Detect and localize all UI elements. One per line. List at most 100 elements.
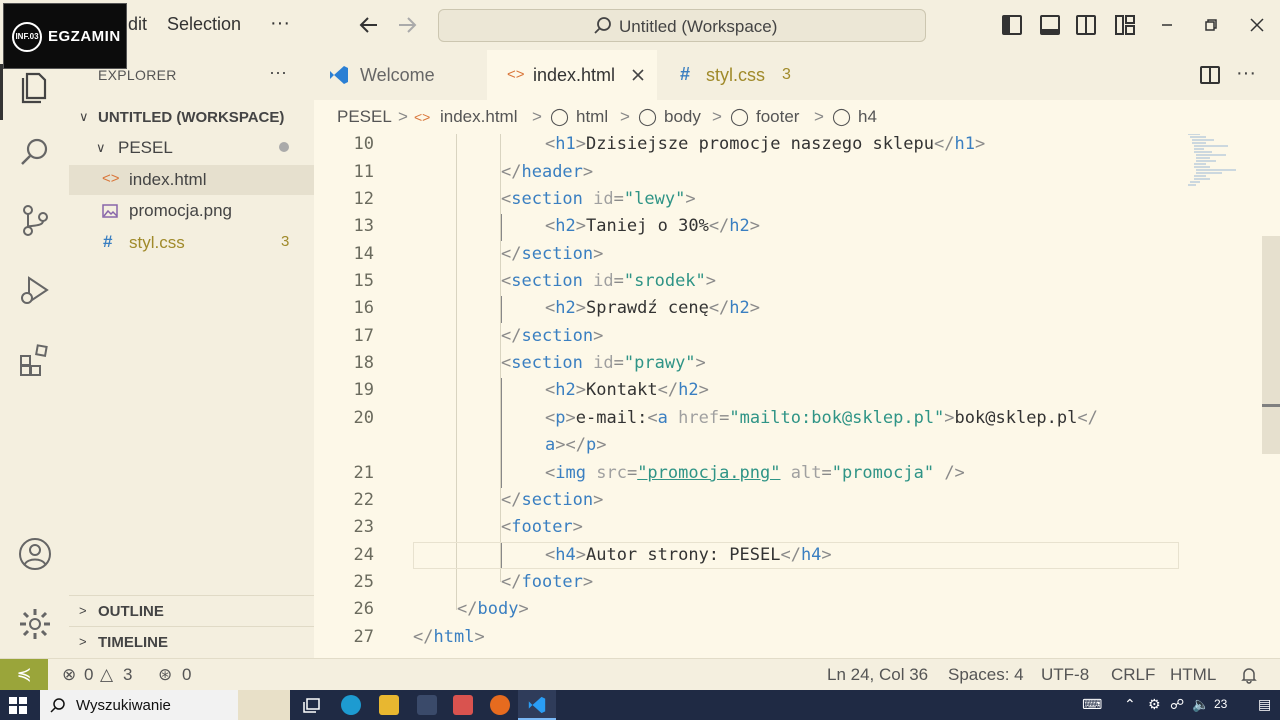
- crumb-footer[interactable]: footer: [756, 107, 799, 127]
- task-view-icon[interactable]: [303, 697, 321, 714]
- vscode-taskbar-button[interactable]: [518, 690, 556, 720]
- tray-app-icon[interactable]: ⚙: [1148, 696, 1161, 713]
- ports-count[interactable]: 0: [182, 665, 191, 685]
- chevron-right-icon: >: [79, 634, 87, 649]
- crumb-h4[interactable]: h4: [858, 107, 877, 127]
- crumb-folder[interactable]: PESEL: [337, 107, 392, 127]
- timeline-label: TIMELINE: [98, 634, 168, 651]
- indentation[interactable]: Spaces: 4: [948, 665, 1024, 685]
- code-line: 11 </header>: [353, 162, 594, 182]
- forward-arrow-icon[interactable]: [396, 14, 418, 36]
- breadcrumb: PESEL > <> index.html > ◯ html > ◯ body …: [314, 100, 1280, 134]
- chevron-down-icon: ∨: [96, 140, 106, 155]
- search-highlight-image: [238, 690, 290, 720]
- crumb-file[interactable]: index.html: [440, 107, 517, 127]
- taskbar-search-placeholder: Wyszukiwanie: [76, 697, 171, 714]
- app-icon[interactable]: [417, 695, 437, 715]
- toggle-secondary-sidebar-icon[interactable]: [1076, 15, 1096, 35]
- folder-name: PESEL: [118, 138, 173, 157]
- volume-icon[interactable]: 🔈: [1192, 696, 1209, 713]
- crumb-html[interactable]: html: [576, 107, 608, 127]
- workspace-row[interactable]: ∨ UNTITLED (WORKSPACE): [69, 102, 314, 132]
- explorer-more-actions[interactable]: ···: [269, 62, 287, 83]
- edge-icon[interactable]: [341, 695, 361, 715]
- explorer-header: EXPLORER: [98, 67, 177, 83]
- file-explorer-icon[interactable]: [379, 695, 399, 715]
- settings-gear-icon[interactable]: [17, 606, 53, 642]
- logo-circle: INF.03: [12, 22, 42, 52]
- tray-expand-icon[interactable]: ⌃: [1124, 696, 1136, 713]
- notification-center-icon[interactable]: ▤: [1258, 696, 1271, 713]
- windows-start-icon[interactable]: [9, 697, 27, 714]
- tab-index-html[interactable]: <> index.html: [487, 50, 657, 100]
- menu-more[interactable]: ···: [270, 12, 290, 35]
- warning-count[interactable]: 3: [123, 665, 132, 685]
- network-icon[interactable]: ☍: [1170, 696, 1184, 713]
- code-line: 26 </body>: [353, 599, 529, 619]
- tab-problem-badge: 3: [782, 66, 791, 83]
- restore-icon[interactable]: [1200, 14, 1222, 36]
- file-name: styl.css: [129, 233, 185, 252]
- warning-icon: △: [100, 665, 114, 684]
- taskbar-search[interactable]: Wyszukiwanie: [40, 690, 290, 720]
- notifications-bell-icon[interactable]: [1240, 666, 1258, 684]
- vertical-scrollbar[interactable]: [1262, 236, 1280, 454]
- close-window-icon[interactable]: [1246, 14, 1268, 36]
- tab-welcome[interactable]: Welcome: [314, 50, 486, 100]
- file-name: index.html: [129, 170, 207, 189]
- cursor-position[interactable]: Ln 24, Col 36: [827, 665, 928, 685]
- code-editor[interactable]: 10 <h1>Dzisiejsze promocje naszego sklepu…: [314, 134, 1280, 658]
- encoding[interactable]: UTF-8: [1041, 665, 1089, 685]
- folder-row[interactable]: ∨ PESEL: [69, 133, 314, 163]
- vscode-icon: [330, 66, 348, 84]
- code-line: 20 <p>e-mail:<a href="mailto:bok@sklep.pl…: [353, 408, 1098, 428]
- file-row-styl[interactable]: # styl.css 3: [69, 228, 314, 258]
- logo-text: EGZAMIN: [48, 28, 121, 45]
- accounts-icon[interactable]: [17, 536, 53, 572]
- toggle-panel-icon[interactable]: [1040, 15, 1060, 35]
- split-editor-icon[interactable]: [1200, 66, 1220, 84]
- language-mode[interactable]: HTML: [1170, 665, 1216, 685]
- code-line: 19 <h2>Kontakt</h2>: [353, 380, 709, 400]
- timeline-section[interactable]: > TIMELINE: [69, 627, 314, 657]
- outline-section[interactable]: > OUTLINE: [69, 596, 314, 626]
- minimize-icon[interactable]: [1156, 14, 1178, 36]
- close-tab-icon[interactable]: [631, 68, 645, 82]
- source-control-icon[interactable]: [17, 202, 53, 238]
- remote-indicator[interactable]: ≼: [0, 659, 48, 691]
- customize-layout-icon[interactable]: [1114, 14, 1136, 36]
- editor-more-actions[interactable]: ···: [1236, 62, 1256, 85]
- explorer-icon[interactable]: [17, 68, 53, 104]
- status-bar: ≼ ⊗ 0 △ 3 ⊛ 0 Ln 24, Col 36 Spaces: 4 UT…: [0, 658, 1280, 691]
- tray-number: 23: [1214, 697, 1228, 711]
- file-row-index[interactable]: <> index.html: [69, 165, 314, 195]
- ime-keyboard-icon[interactable]: ⌨: [1082, 696, 1102, 713]
- editor-tabs: Welcome <> index.html # styl.css 3 ···: [314, 50, 1280, 100]
- element-icon: ◯: [730, 107, 750, 126]
- extensions-icon[interactable]: [17, 342, 53, 378]
- back-arrow-icon[interactable]: [358, 14, 380, 36]
- code-line: 16 <h2>Sprawdź cenę</h2>: [353, 298, 761, 318]
- tab-styl-css[interactable]: # styl.css 3: [658, 50, 832, 100]
- active-indicator: [0, 64, 3, 120]
- menu-selection[interactable]: Selection: [167, 14, 241, 35]
- menu-edit[interactable]: dit: [128, 14, 147, 35]
- line-ending[interactable]: CRLF: [1111, 665, 1155, 685]
- error-count[interactable]: 0: [84, 665, 93, 685]
- firefox-icon[interactable]: [490, 695, 510, 715]
- toggle-primary-sidebar-icon[interactable]: [1002, 15, 1022, 35]
- minimap[interactable]: [1186, 134, 1258, 194]
- chevron-down-icon: ∨: [79, 109, 89, 124]
- vscode-icon: [528, 696, 546, 714]
- command-center-search[interactable]: Untitled (Workspace): [438, 9, 926, 42]
- problem-count-badge: 3: [281, 233, 290, 250]
- xampp-icon[interactable]: [453, 695, 473, 715]
- crumb-body[interactable]: body: [664, 107, 701, 127]
- search-icon: [594, 17, 611, 34]
- run-debug-icon[interactable]: [17, 272, 53, 308]
- search-view-icon[interactable]: [17, 134, 53, 170]
- code-line-current: 24 <h4>Autor strony: PESEL</h4>: [353, 545, 832, 565]
- file-row-promocja[interactable]: promocja.png: [69, 196, 314, 226]
- code-line: 13 <h2>Taniej o 30%</h2>: [353, 216, 761, 236]
- search-icon: [50, 698, 65, 713]
